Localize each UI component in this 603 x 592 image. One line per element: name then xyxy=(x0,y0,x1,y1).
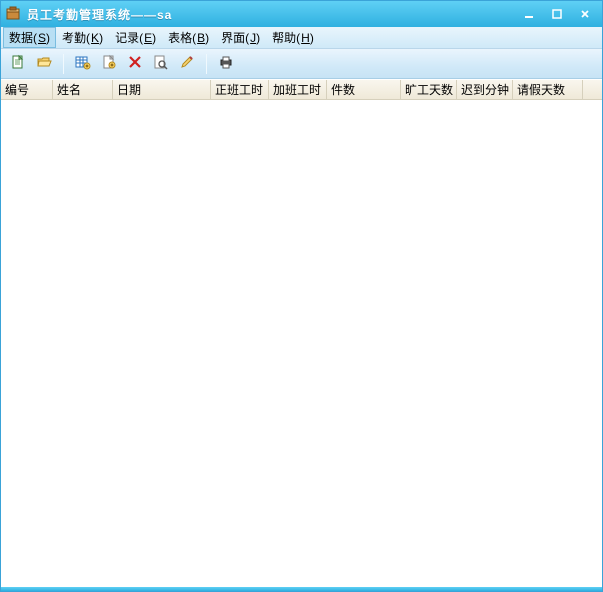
column-header-id[interactable]: 编号 xyxy=(1,80,53,99)
column-header-pieces[interactable]: 件数 xyxy=(327,80,401,99)
menu-k[interactable]: 考勤(K) xyxy=(56,27,109,48)
app-icon xyxy=(5,6,21,22)
table-header: 编号姓名日期正班工时加班工时件数旷工天数迟到分钟请假天数 xyxy=(1,80,602,100)
window: 员工考勤管理系统——sa 数据(S)考勤(K)记录(E)表格(B)界面(J)帮助… xyxy=(0,0,603,592)
open-folder-button[interactable] xyxy=(33,53,55,75)
maximize-button[interactable] xyxy=(544,5,570,23)
toolbar xyxy=(1,49,602,79)
menu-b[interactable]: 表格(B) xyxy=(162,27,215,48)
window-title: 员工考勤管理系统——sa xyxy=(27,6,514,23)
search-icon xyxy=(153,54,169,73)
minimize-button[interactable] xyxy=(516,5,542,23)
menu-s[interactable]: 数据(S) xyxy=(3,27,56,48)
print-button[interactable] xyxy=(215,53,237,75)
delete-button[interactable] xyxy=(124,53,146,75)
edit-icon xyxy=(179,54,195,73)
close-button[interactable] xyxy=(572,5,598,23)
table-add-button[interactable] xyxy=(72,53,94,75)
edit-button[interactable] xyxy=(176,53,198,75)
column-header-name[interactable]: 姓名 xyxy=(53,80,113,99)
titlebar: 员工考勤管理系统——sa xyxy=(1,1,602,27)
toolbar-separator xyxy=(206,54,207,74)
column-header-absent[interactable]: 旷工天数 xyxy=(401,80,457,99)
menu-e[interactable]: 记录(E) xyxy=(109,27,162,48)
print-icon xyxy=(218,54,234,73)
table-add-icon xyxy=(75,54,91,73)
column-header-late[interactable]: 迟到分钟 xyxy=(457,80,513,99)
search-button[interactable] xyxy=(150,53,172,75)
window-bottom-border xyxy=(1,587,602,591)
delete-icon xyxy=(127,54,143,73)
window-controls xyxy=(514,5,598,23)
open-folder-icon xyxy=(36,54,52,73)
menubar: 数据(S)考勤(K)记录(E)表格(B)界面(J)帮助(H) xyxy=(1,27,602,49)
page-add-button[interactable] xyxy=(98,53,120,75)
new-file-icon xyxy=(10,54,26,73)
menu-h[interactable]: 帮助(H) xyxy=(266,27,320,48)
table-body[interactable] xyxy=(1,100,602,587)
column-header-ot[interactable]: 加班工时 xyxy=(269,80,327,99)
menu-j[interactable]: 界面(J) xyxy=(215,27,266,48)
new-file-button[interactable] xyxy=(7,53,29,75)
toolbar-separator xyxy=(63,54,64,74)
column-header-leave[interactable]: 请假天数 xyxy=(513,80,583,99)
content-area: 编号姓名日期正班工时加班工时件数旷工天数迟到分钟请假天数 xyxy=(1,79,602,587)
column-header-date[interactable]: 日期 xyxy=(113,80,211,99)
page-add-icon xyxy=(101,54,117,73)
column-header-normal[interactable]: 正班工时 xyxy=(211,80,269,99)
